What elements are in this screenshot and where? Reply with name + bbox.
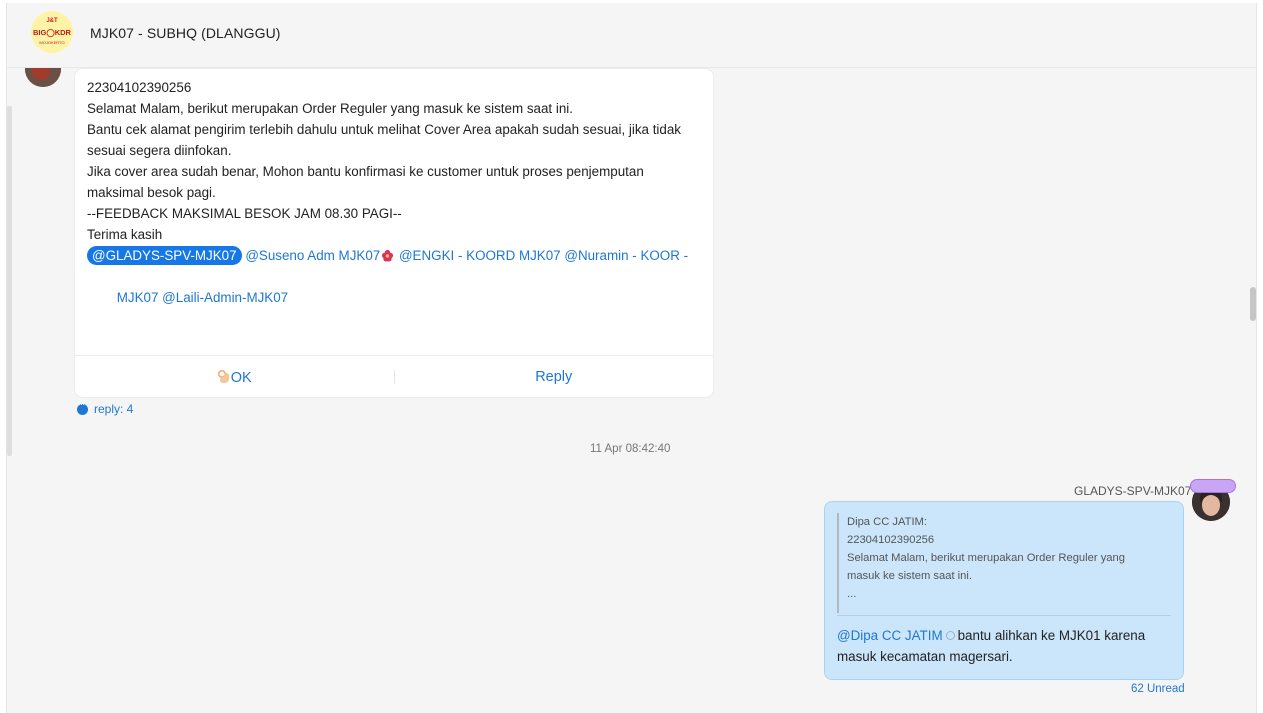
message-bubble: 22304102390256 Selamat Malam, berikut me…	[75, 69, 713, 397]
message-line: Jika cover area sudah benar, Mohon bantu…	[87, 164, 644, 179]
quote-line: ...	[847, 588, 857, 600]
left-panel-edge	[7, 106, 12, 456]
mention-link[interactable]: @Dipa CC JATIM	[837, 628, 943, 643]
scrollbar-thumb[interactable]	[1250, 287, 1256, 321]
message-line: Bantu cek alamat pengirim terlebih dahul…	[87, 122, 681, 137]
avatar-badge-icon	[1190, 479, 1236, 493]
my-message-text: @Dipa CC JATIM bantu alihkan ke MJK01 kar…	[837, 625, 1173, 667]
mentions-line: MJK07 @Laili-Admin-MJK07	[87, 266, 701, 329]
chat-window: J&T BIG◯KDR MOJOKERTO MJK07 - SUBHQ (DLA…	[6, 3, 1257, 713]
svg-text:J&T: J&T	[46, 18, 58, 24]
my-text-part: bantu alihkan ke MJK01 karena	[957, 628, 1146, 643]
svg-text:BIG◯KDR: BIG◯KDR	[33, 28, 72, 38]
unread-count[interactable]: 62 Unread	[1131, 683, 1185, 695]
chat-header: J&T BIG◯KDR MOJOKERTO MJK07 - SUBHQ (DLA…	[7, 3, 1256, 68]
ok-label: OK	[230, 369, 252, 386]
message-line: Terima kasih	[87, 227, 163, 242]
message-line: --FEEDBACK MAKSIMAL BESOK JAM 08.30 PAGI…	[87, 206, 402, 221]
svg-text:MOJOKERTO: MOJOKERTO	[39, 40, 64, 45]
message-line: 22304102390256	[87, 80, 192, 95]
message-line: sesuai segera diinfokan.	[87, 143, 232, 158]
mention-self[interactable]: @GLADYS-SPV-MJK07	[87, 246, 242, 265]
my-message-bubble: Dipa CC JATIM: 22304102390256 Selamat Ma…	[824, 501, 1184, 680]
my-text-part: masuk kecamatan magersari.	[837, 649, 1013, 664]
reply-count-label: reply: 4	[94, 402, 134, 416]
mention-link[interactable]: @Suseno Adm MJK07	[245, 248, 380, 263]
mention-link[interactable]: MJK07 @Laili-Admin-MJK07	[117, 290, 288, 305]
ok-button[interactable]: OK	[75, 368, 394, 386]
reply-button[interactable]: Reply	[395, 369, 714, 385]
group-avatar[interactable]: J&T BIG◯KDR MOJOKERTO	[31, 11, 73, 53]
message-actions: OK Reply	[75, 355, 713, 397]
quote-line: Selamat Malam, berikut merupakan Order R…	[847, 552, 1125, 564]
quote-line: Dipa CC JATIM:	[847, 516, 927, 528]
status-circle-icon	[945, 631, 955, 640]
message-line: Selamat Malam, berikut merupakan Order R…	[87, 101, 573, 116]
my-sender-name: GLADYS-SPV-MJK07	[1074, 484, 1192, 498]
comment-icon	[77, 399, 88, 415]
flower-icon	[382, 249, 394, 262]
quote-line: masuk ke sistem saat ini.	[847, 570, 972, 582]
mentions-line: @GLADYS-SPV-MJK07 @Suseno Adm MJK07 @ENG…	[87, 245, 701, 266]
mention-link[interactable]: @ENGKI - KOORD MJK07 @Nuramin - KOOR -	[399, 248, 688, 263]
quote-divider	[837, 615, 1171, 616]
quoted-message[interactable]: Dipa CC JATIM: 22304102390256 Selamat Ma…	[837, 513, 1171, 613]
reply-count-link[interactable]: reply: 4	[77, 399, 134, 416]
ok-hand-icon	[217, 369, 229, 383]
quote-line: 22304102390256	[847, 534, 935, 546]
message-body: 22304102390256 Selamat Malam, berikut me…	[75, 69, 713, 329]
message-line: maksimal besok pagi.	[87, 185, 216, 200]
message-timestamp: 11 Apr 08:42:40	[590, 443, 671, 455]
chat-title: MJK07 - SUBHQ (DLANGGU)	[90, 25, 281, 41]
